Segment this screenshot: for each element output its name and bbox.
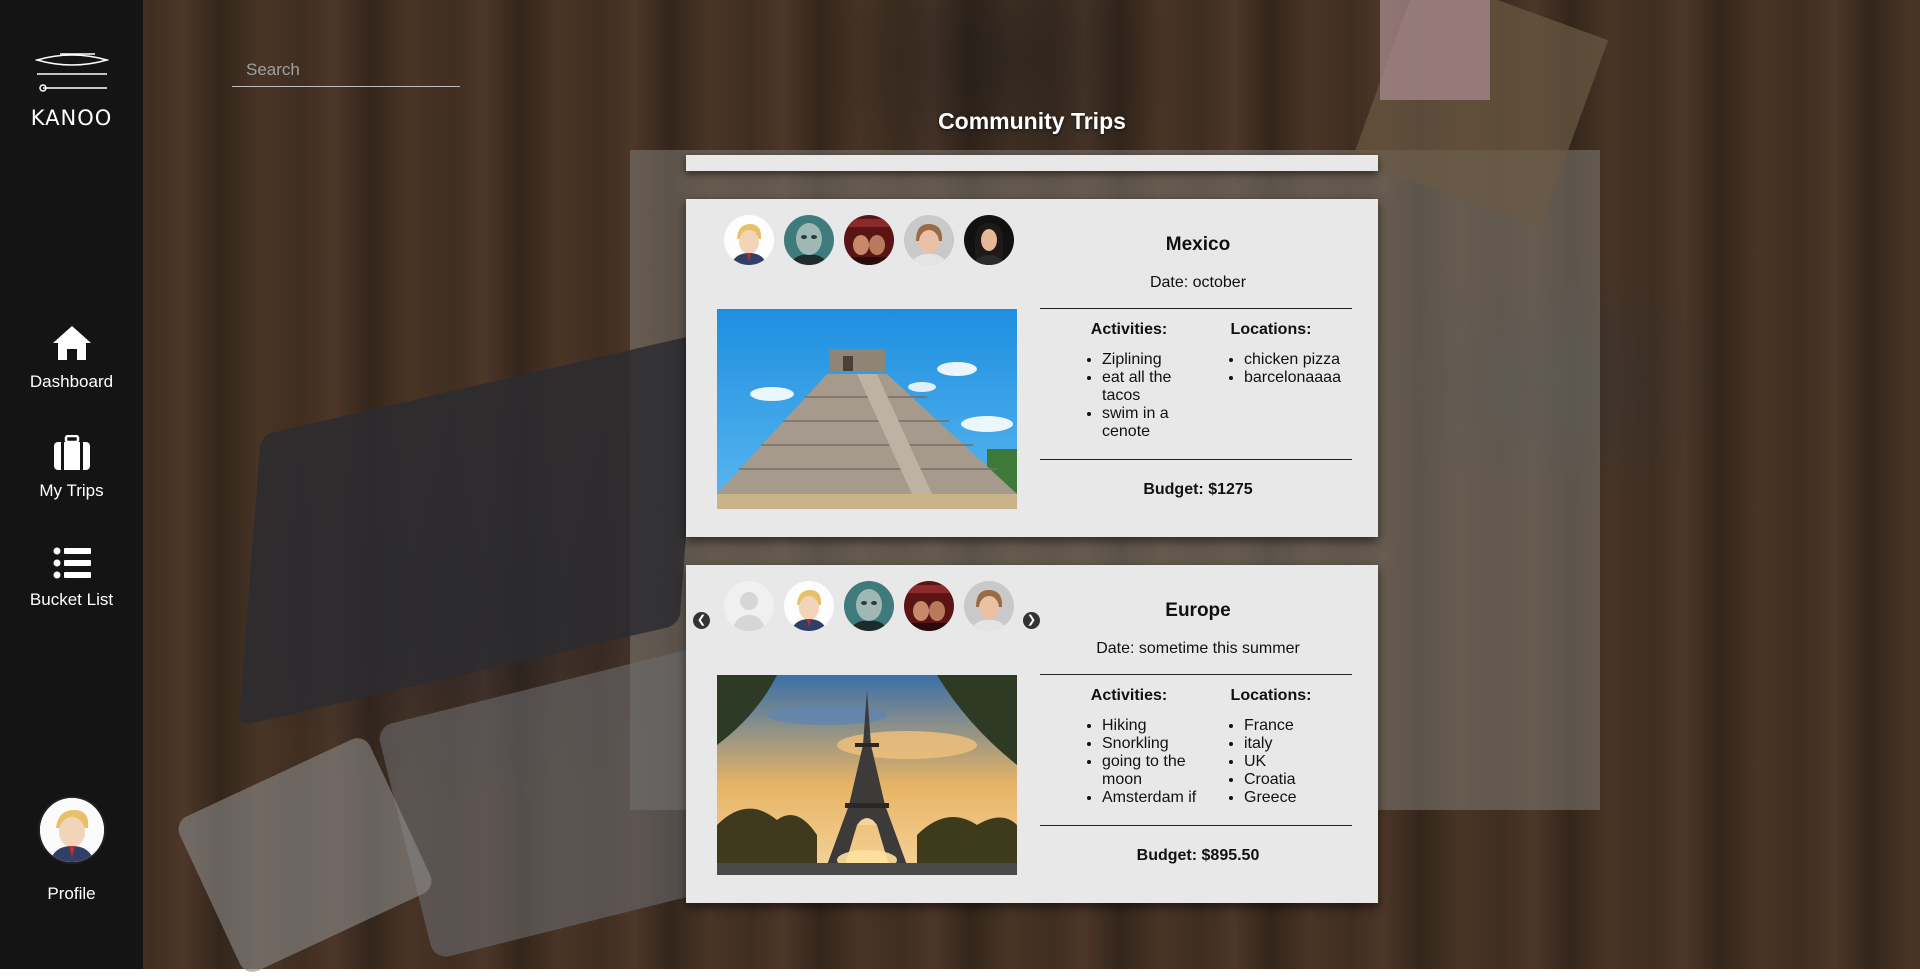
activities-heading: Activities:: [1090, 321, 1168, 338]
list-item: Ziplining: [1102, 351, 1204, 369]
divider: [1040, 674, 1352, 675]
divider: [1040, 459, 1352, 460]
trip-title: Mexico: [1165, 234, 1231, 255]
traveler-avatar-3-icon: [844, 215, 894, 265]
list-item: barcelonaaaa: [1244, 369, 1346, 387]
sidebar-item-dashboard[interactable]: Dashboard: [0, 324, 143, 392]
list-item: Croatia: [1244, 771, 1346, 789]
trip-date: Date: october: [1149, 274, 1247, 291]
trip-photo-pyramid: [717, 309, 1017, 509]
avatar[interactable]: [904, 581, 954, 631]
traveler-avatar-4-icon: [964, 581, 1014, 631]
list-item: Amsterdam if: [1102, 789, 1204, 807]
list-icon: [53, 547, 91, 579]
divider: [1040, 308, 1352, 309]
activities-column: Activities: Hiking Snorkling going to th…: [1054, 687, 1204, 807]
list-item: Hiking: [1102, 717, 1204, 735]
user-caricature-avatar-icon: [39, 798, 104, 862]
canoe-logo-icon: [34, 53, 109, 92]
list-item: going to the moon: [1102, 753, 1204, 789]
traveler-avatar-1-icon: [724, 215, 774, 265]
locations-list: chicken pizza barcelonaaaa: [1196, 351, 1346, 387]
avatar[interactable]: [844, 581, 894, 631]
sidebar-item-label: My Trips: [39, 481, 104, 500]
list-item: Greece: [1244, 789, 1346, 807]
chevron-left-icon: ❮: [696, 614, 707, 626]
activities-column: Activities: Ziplining eat all the tacos …: [1054, 321, 1204, 441]
search-input[interactable]: [232, 58, 460, 87]
background-pink-note: [1380, 0, 1490, 100]
avatar[interactable]: [844, 215, 894, 265]
activities-heading: Activities:: [1090, 687, 1168, 704]
suitcase-icon: [53, 435, 90, 470]
carousel-next-button[interactable]: ❯: [1023, 612, 1040, 629]
page-title: Community Trips: [938, 108, 1126, 134]
avatar[interactable]: [964, 581, 1014, 631]
trip-card-europe[interactable]: ❮ ❯ Europe Date: sometime this summer Ac…: [686, 565, 1378, 903]
locations-heading: Locations:: [1230, 687, 1312, 704]
avatar[interactable]: [724, 215, 774, 265]
chevron-right-icon: ❯: [1026, 614, 1037, 626]
traveler-avatar-4-icon: [904, 215, 954, 265]
pyramid-photo-icon: [717, 309, 1017, 509]
avatar[interactable]: [904, 215, 954, 265]
traveler-avatar-2-icon: [784, 215, 834, 265]
avatar[interactable]: [964, 215, 1014, 265]
avatar[interactable]: [724, 581, 774, 631]
avatar[interactable]: [39, 798, 104, 862]
list-item: italy: [1244, 735, 1346, 753]
sidebar-item-profile[interactable]: Profile: [0, 798, 143, 904]
activities-list: Ziplining eat all the tacos swim in a ce…: [1054, 351, 1204, 441]
traveler-avatar-1-icon: [784, 581, 834, 631]
locations-list: France italy UK Croatia Greece: [1196, 717, 1346, 807]
activities-list: Hiking Snorkling going to the moon Amste…: [1054, 717, 1204, 807]
trip-photo-eiffel-tower: [717, 675, 1017, 875]
list-item: eat all the tacos: [1102, 369, 1204, 405]
trip-budget: Budget: $1275: [1143, 481, 1253, 498]
sidebar-item-label: Bucket List: [29, 590, 114, 609]
list-item: France: [1244, 717, 1346, 735]
locations-column: Locations: France italy UK Croatia Greec…: [1196, 687, 1346, 807]
avatar[interactable]: [784, 215, 834, 265]
sidebar: KANOO Dashboard My Trips Bucket List Pro…: [0, 0, 143, 969]
locations-heading: Locations:: [1230, 321, 1312, 338]
traveler-avatar-3-icon: [904, 581, 954, 631]
list-item: chicken pizza: [1244, 351, 1346, 369]
sidebar-item-label: Profile: [47, 884, 96, 903]
eiffel-tower-photo-icon: [717, 675, 1017, 875]
list-item: UK: [1244, 753, 1346, 771]
sidebar-item-label: Dashboard: [29, 372, 114, 391]
sidebar-item-bucket-list[interactable]: Bucket List: [0, 546, 143, 610]
trip-title: Europe: [1165, 600, 1231, 621]
avatar[interactable]: [784, 581, 834, 631]
default-user-avatar-icon: [724, 581, 774, 631]
trip-budget: Budget: $895.50: [1136, 847, 1260, 864]
list-item: swim in a cenote: [1102, 405, 1204, 441]
list-item: Snorkling: [1102, 735, 1204, 753]
divider: [1040, 825, 1352, 826]
traveler-avatar-5-icon: [964, 215, 1014, 265]
carousel-prev-button[interactable]: ❮: [693, 612, 710, 629]
home-icon: [52, 326, 91, 360]
traveler-avatar-2-icon: [844, 581, 894, 631]
trip-card-mexico[interactable]: Mexico Date: october Activities: Ziplini…: [686, 199, 1378, 537]
sidebar-item-my-trips[interactable]: My Trips: [0, 435, 143, 501]
locations-column: Locations: chicken pizza barcelonaaaa: [1196, 321, 1346, 387]
trip-date: Date: sometime this summer: [1096, 640, 1300, 657]
trip-card-partial: [686, 155, 1378, 171]
